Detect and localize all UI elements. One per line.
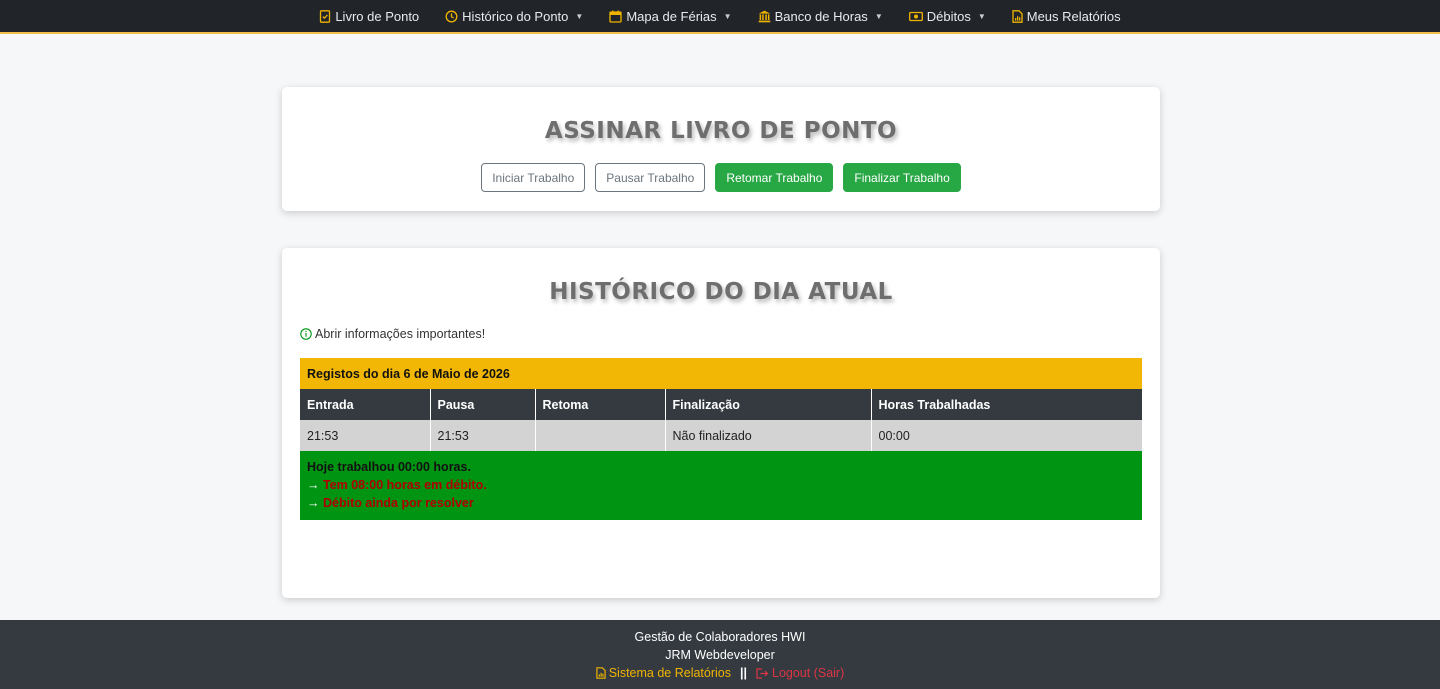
nav-item-meus-relatorios[interactable]: Meus Relatórios xyxy=(1012,9,1121,24)
logout-link[interactable]: Logout (Sair) xyxy=(756,664,844,682)
resume-work-button[interactable]: Retomar Trabalho xyxy=(715,163,834,192)
start-work-button[interactable]: Iniciar Trabalho xyxy=(481,163,586,192)
nav-item-mapa-de-ferias[interactable]: Mapa de Férias ▼ xyxy=(609,8,732,24)
table-header-row: Entrada Pausa Retoma Finalização Horas T… xyxy=(300,389,1142,420)
chevron-down-icon: ▼ xyxy=(977,11,986,21)
table-row: 21:53 21:53 Não finalizado 00:00 xyxy=(300,420,1142,451)
summary-worked: Hoje trabalhou 00:00 horas. xyxy=(307,460,471,474)
summary-pending: Débito ainda por resolver xyxy=(322,496,474,510)
footer-company: Gestão de Colaboradores HWI xyxy=(634,630,806,644)
arrow-right-icon: → xyxy=(307,478,320,492)
history-title: HISTÓRICO DO DIA ATUAL xyxy=(549,279,893,305)
summary-debt: Tem 08:00 horas em débito. xyxy=(322,478,487,492)
summary-cell: Hoje trabalhou 00:00 horas. → Tem 08:00 … xyxy=(300,451,1142,520)
nav-item-livro-de-ponto[interactable]: Livro de Ponto xyxy=(319,9,419,24)
date-row-label: Registos do dia 6 de Maio de 2026 xyxy=(300,358,1142,389)
clock-icon xyxy=(445,10,458,23)
chevron-down-icon: ▼ xyxy=(874,11,883,21)
reports-link-label: Sistema de Relatórios xyxy=(608,666,731,680)
footer: Gestão de Colaboradores HWI JRM Webdevel… xyxy=(0,620,1440,689)
sign-title: ASSINAR LIVRO DE PONTO xyxy=(544,118,898,144)
logout-link-label: Logout (Sair) xyxy=(772,666,845,680)
chevron-down-icon: ▼ xyxy=(575,11,584,21)
info-link-label: Abrir informações importantes! xyxy=(315,327,486,341)
summary-debt-line: → Tem 08:00 horas em débito. xyxy=(307,476,1135,494)
nav-item-historico-do-ponto[interactable]: Histórico do Ponto ▼ xyxy=(445,9,583,24)
journal-check-icon xyxy=(319,9,331,23)
nav-label: Débitos xyxy=(926,8,971,24)
nav-item-banco-de-horas[interactable]: Banco de Horas ▼ xyxy=(758,9,883,24)
cell-retoma xyxy=(535,420,666,451)
top-navbar: Livro de Ponto Histórico do Ponto ▼ Mapa… xyxy=(0,0,1440,34)
bank-icon xyxy=(758,10,771,23)
column-header: Horas Trabalhadas xyxy=(871,389,1142,420)
file-chart-icon xyxy=(1012,9,1023,23)
nav-label: Banco de Horas xyxy=(774,8,868,24)
summary-pending-line: → Débito ainda por resolver xyxy=(307,494,1135,512)
column-header: Entrada xyxy=(300,389,431,420)
cash-icon xyxy=(908,11,923,22)
records-table: Registos do dia 6 de Maio de 2026 Entrad… xyxy=(300,358,1142,520)
nav-label: Mapa de Férias xyxy=(626,8,717,24)
summary-row: Hoje trabalhou 00:00 horas. → Tem 08:00 … xyxy=(300,451,1142,520)
column-header: Pausa xyxy=(430,389,536,420)
info-circle-icon xyxy=(300,328,312,340)
arrow-right-icon: → xyxy=(307,496,320,510)
finish-work-button[interactable]: Finalizar Trabalho xyxy=(843,163,961,192)
cell-pausa: 21:53 xyxy=(430,420,536,451)
nav-label: Livro de Ponto xyxy=(335,8,420,24)
nav-label: Meus Relatórios xyxy=(1026,8,1121,24)
cell-entrada: 21:53 xyxy=(300,420,431,451)
date-row: Registos do dia 6 de Maio de 2026 xyxy=(300,358,1142,389)
important-info-link[interactable]: Abrir informações importantes! xyxy=(300,327,485,341)
logout-icon xyxy=(756,667,769,679)
column-header: Retoma xyxy=(535,389,666,420)
reports-system-link[interactable]: Sistema de Relatórios xyxy=(596,664,731,682)
sign-button-row: Iniciar Trabalho Pausar Trabalho Retomar… xyxy=(282,163,1160,192)
sign-card: ASSINAR LIVRO DE PONTO Iniciar Trabalho … xyxy=(282,87,1160,211)
cell-finalizacao: Não finalizado xyxy=(665,420,872,451)
chevron-down-icon: ▼ xyxy=(723,11,732,21)
calendar-icon xyxy=(609,10,622,23)
column-header: Finalização xyxy=(665,389,872,420)
nav-item-debitos[interactable]: Débitos ▼ xyxy=(908,8,986,24)
nav-label: Histórico do Ponto xyxy=(462,8,569,24)
file-chart-icon xyxy=(596,667,606,679)
footer-developer: JRM Webdeveloper xyxy=(665,648,775,662)
footer-separator: || xyxy=(740,666,747,680)
pause-work-button[interactable]: Pausar Trabalho xyxy=(595,163,706,192)
cell-horas-trabalhadas: 00:00 xyxy=(871,420,1142,451)
footer-links: Sistema de Relatórios || Logout (Sair) xyxy=(0,664,1440,682)
history-card: HISTÓRICO DO DIA ATUAL Abrir informações… xyxy=(282,248,1160,598)
